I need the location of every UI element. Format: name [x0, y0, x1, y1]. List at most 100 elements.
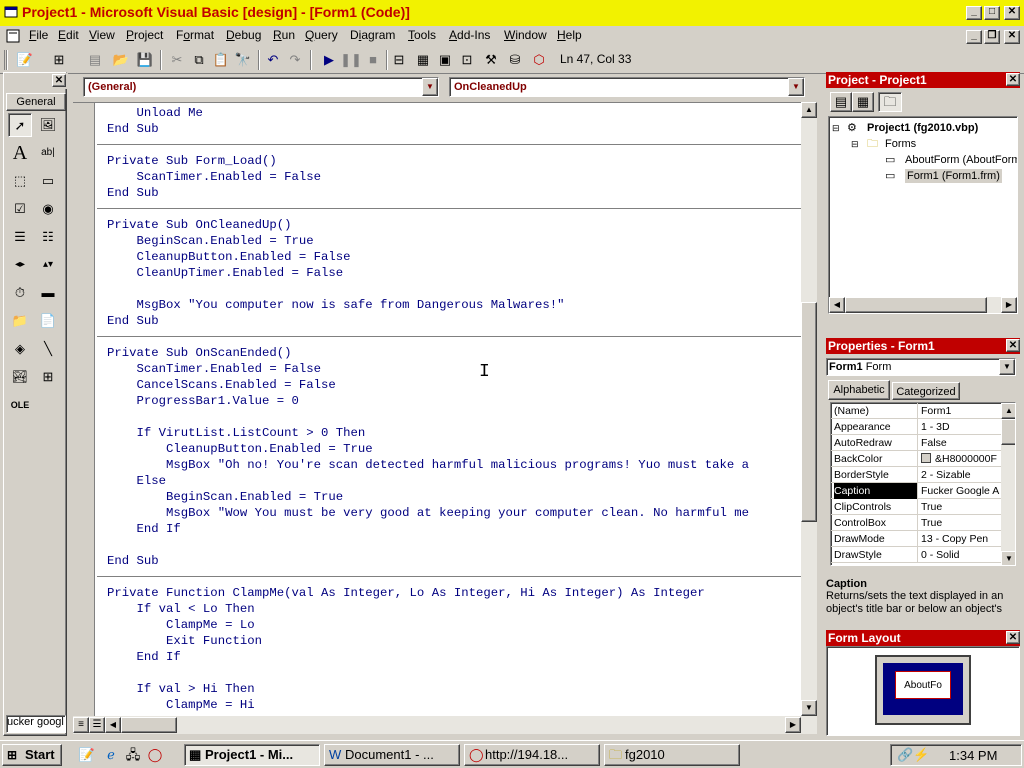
property-column-divider[interactable] [917, 515, 918, 531]
scroll-down-icon[interactable]: ▼ [801, 700, 817, 716]
quicklaunch-opera-icon[interactable]: ◯ [144, 744, 166, 766]
property-column-divider[interactable] [917, 435, 918, 451]
property-column-divider[interactable] [917, 467, 918, 483]
procedure-view-icon[interactable]: ≡ [73, 717, 89, 733]
code-line[interactable]: If val < Lo Then [107, 601, 255, 617]
code-line[interactable]: Exit Function [107, 633, 262, 649]
property-row[interactable]: ControlBox True [831, 515, 1001, 531]
ole-tool-icon[interactable]: OLE [8, 393, 32, 417]
code-line[interactable]: End Sub [107, 185, 159, 201]
chevron-down-icon[interactable]: ▼ [788, 78, 804, 96]
code-line[interactable]: Private Function ClampMe(val As Integer,… [107, 585, 705, 601]
code-line[interactable]: If val > Hi Then [107, 681, 255, 697]
code-line[interactable]: ScanTimer.Enabled = False [107, 169, 322, 185]
code-line[interactable]: Private Sub OnScanEnded() [107, 345, 291, 361]
add-form-icon[interactable]: ⊞ [48, 49, 70, 71]
property-value[interactable]: True [921, 515, 1001, 531]
vertical-scrollbar[interactable]: ▲ ▼ [801, 102, 817, 716]
toolbar-grip[interactable] [4, 50, 8, 70]
full-module-view-icon[interactable]: ☰ [89, 717, 105, 733]
tray-network-icon[interactable]: 🔗 [897, 747, 913, 763]
code-line[interactable]: Private Sub OnCleanedUp() [107, 217, 291, 233]
form-layout-close-icon[interactable]: ✕ [1006, 631, 1020, 644]
undo-icon[interactable]: ↶ [262, 49, 284, 71]
textbox-tool-icon[interactable]: ab| [36, 141, 60, 165]
add-project-icon[interactable]: 📝 [14, 49, 36, 71]
menu-run[interactable]: Run [273, 28, 295, 42]
scroll-left-icon[interactable]: ◀ [105, 717, 121, 733]
scroll-up-icon[interactable]: ▲ [801, 102, 817, 118]
quicklaunch-notes-icon[interactable]: 📝 [76, 744, 98, 766]
timer-tool-icon[interactable]: ⏱ [8, 281, 32, 305]
properties-scroll-thumb[interactable] [1001, 419, 1015, 445]
view-code-icon[interactable]: ▤ [830, 92, 852, 112]
property-row[interactable]: BorderStyle 2 - Sizable [831, 467, 1001, 483]
code-line[interactable]: If VirutList.ListCount > 0 Then [107, 425, 366, 441]
menu-editor-icon[interactable]: ▤ [84, 49, 106, 71]
hscrollbar-tool-icon[interactable]: ◂▸ [8, 253, 32, 277]
property-column-divider[interactable] [917, 499, 918, 515]
component-manager-icon[interactable]: ⬡ [528, 49, 550, 71]
code-line[interactable]: MsgBox "Wow You must be very good at kee… [107, 505, 749, 521]
property-value[interactable]: 0 - Solid [921, 547, 1001, 563]
property-row[interactable]: AutoRedraw False [831, 435, 1001, 451]
property-row[interactable]: (Name) Form1 [831, 403, 1001, 419]
end-icon[interactable]: ■ [362, 49, 384, 71]
maximize-icon[interactable]: □ [984, 6, 1000, 20]
code-lines[interactable]: Unload Me End Sub Private Sub Form_Load() … [97, 103, 801, 716]
copy-icon[interactable]: ⧉ [188, 49, 210, 71]
property-value[interactable]: False [921, 435, 1001, 451]
code-line[interactable]: End If [107, 521, 181, 537]
code-line[interactable]: Else [107, 473, 167, 489]
view-object-icon[interactable]: ▦ [852, 92, 874, 112]
data-view-icon[interactable]: ⛁ [504, 49, 526, 71]
child-close-icon[interactable]: ✕ [1004, 30, 1020, 44]
code-line[interactable]: ProgressBar1.Value = 0 [107, 393, 299, 409]
menu-view[interactable]: View [89, 28, 115, 42]
code-line[interactable]: MsgBox "You computer now is safe from Da… [107, 297, 565, 313]
menu-format[interactable]: Format [176, 28, 214, 42]
property-row[interactable]: DrawStyle 0 - Solid [831, 547, 1001, 563]
paste-icon[interactable]: 📋 [210, 49, 232, 71]
code-line[interactable]: Private Sub Form_Load() [107, 153, 277, 169]
open-project-icon[interactable]: 📂 [110, 49, 132, 71]
code-line[interactable]: ClampMe = Lo [107, 617, 255, 633]
child-restore-icon[interactable]: ❐ [984, 30, 1000, 44]
code-line[interactable]: BeginScan.Enabled = True [107, 489, 343, 505]
property-row[interactable]: ClipControls True [831, 499, 1001, 515]
property-column-divider[interactable] [917, 531, 918, 547]
task-browser[interactable]: ◯ http://194.18... [464, 744, 600, 766]
redo-icon[interactable]: ↷ [284, 49, 306, 71]
menu-project[interactable]: Project [126, 28, 163, 42]
task-fg2010[interactable]: 🗀 fg2010 [604, 744, 740, 766]
tree-item-aboutform[interactable]: AboutForm (AboutForm [905, 153, 1017, 167]
toolbox-tab-general[interactable]: General [6, 93, 66, 111]
menu-edit[interactable]: Edit [58, 28, 79, 42]
property-column-divider[interactable] [917, 403, 918, 419]
horizontal-scroll-thumb[interactable] [121, 717, 177, 733]
break-icon[interactable]: ❚❚ [340, 49, 362, 71]
menu-tools[interactable]: Tools [408, 28, 436, 42]
code-line[interactable]: MsgBox "Oh no! You're scan detected harm… [107, 457, 749, 473]
project-explorer-icon[interactable]: ⊟ [388, 49, 410, 71]
code-line[interactable]: CleanupButton.Enabled = False [107, 249, 351, 265]
listbox-tool-icon[interactable]: ☷ [36, 225, 60, 249]
object-browser-icon[interactable]: ⊡ [456, 49, 478, 71]
pointer-tool-icon[interactable]: ➚ [8, 113, 32, 137]
scroll-right-icon[interactable]: ▶ [785, 717, 801, 733]
project-hscrollbar[interactable]: ◀ ▶ [829, 297, 1017, 313]
code-line[interactable]: End If [107, 649, 181, 665]
project-scroll-thumb[interactable] [845, 297, 987, 313]
task-document1[interactable]: W Document1 - ... [324, 744, 460, 766]
data-tool-icon[interactable]: ⊞ [36, 365, 60, 389]
property-value[interactable]: 1 - 3D [921, 419, 1001, 435]
toolbox-icon[interactable]: ⚒ [480, 49, 502, 71]
save-project-icon[interactable]: 💾 [134, 49, 156, 71]
drivelistbox-tool-icon[interactable]: ▬ [36, 281, 60, 305]
find-icon[interactable]: 🔭 [232, 49, 254, 71]
scroll-up-icon[interactable]: ▲ [1001, 403, 1015, 419]
property-column-divider[interactable] [917, 451, 918, 467]
property-value[interactable]: &H8000000F [921, 451, 1001, 467]
commandbutton-tool-icon[interactable]: ▭ [36, 169, 60, 193]
tab-categorized[interactable]: Categorized [892, 382, 960, 400]
